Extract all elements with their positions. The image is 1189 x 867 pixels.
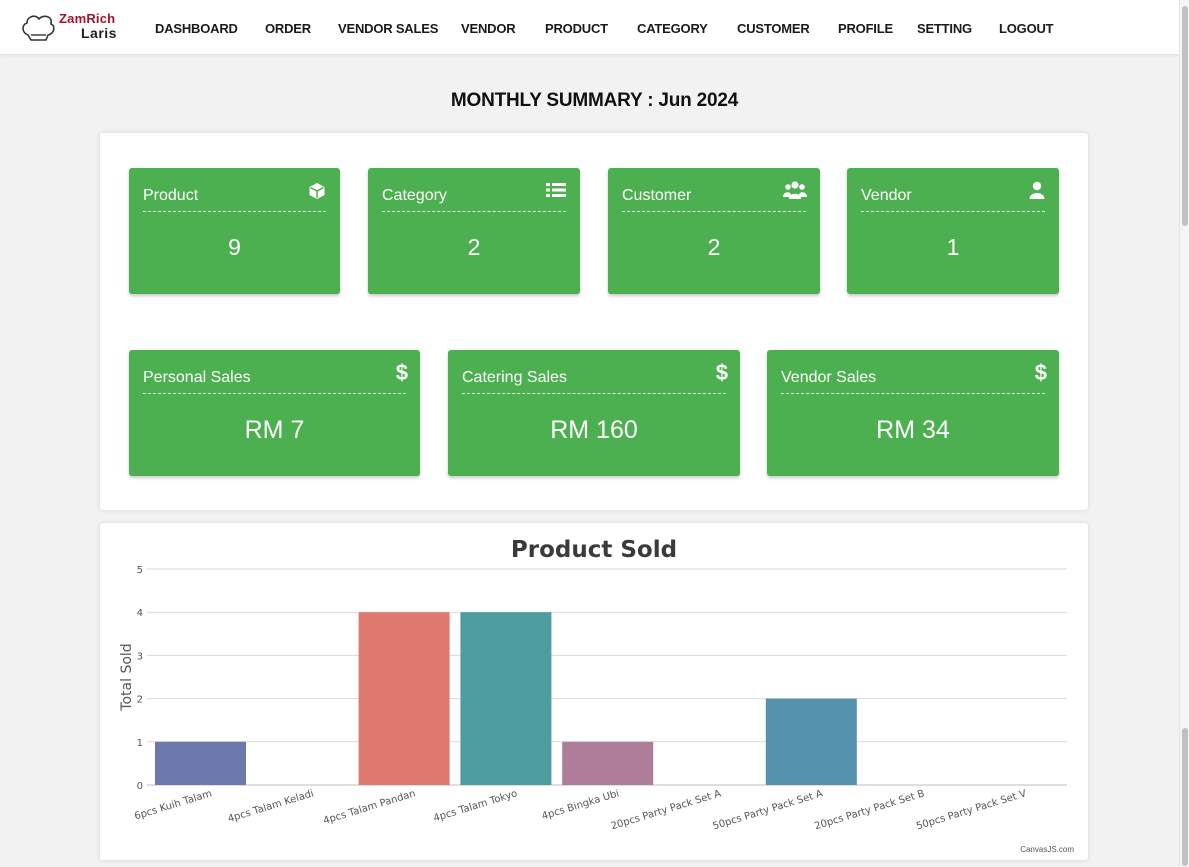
page-title: MONTHLY SUMMARY : Jun 2024 [450, 90, 739, 111]
card-value: 1 [946, 234, 960, 260]
card-label: Vendor [861, 187, 912, 204]
nav-vendor[interactable]: VENDOR [461, 21, 516, 36]
x-tick-label: 6pcs Kuih Talam [133, 788, 213, 822]
bar[interactable] [562, 741, 654, 785]
product-sold-chart: Product Sold Total Sold 0 1 2 3 4 5 6pcs Kuih… [119, 537, 1067, 832]
card-divider [143, 393, 406, 394]
card-label: Catering Sales [462, 369, 567, 386]
nav-category[interactable]: CATEGORY [637, 21, 708, 36]
x-tick-label: 20pcs Party Pack Set A [610, 788, 723, 832]
card-value: RM 7 [244, 416, 305, 444]
user-icon [1029, 181, 1045, 204]
bar[interactable] [460, 612, 552, 785]
dollar-icon: $ [715, 360, 728, 385]
y-tick-label: 0 [137, 781, 143, 792]
chart-credit[interactable]: CanvasJS.com [1020, 845, 1074, 854]
summary-panel: Product 9 Category 2 Customer 2 Vendor 1… [100, 133, 1088, 510]
card-value: 2 [467, 234, 481, 260]
personal-sales-card[interactable]: Personal Sales $ RM 7 [129, 350, 420, 476]
bar[interactable] [765, 698, 857, 785]
y-tick-label: 3 [137, 651, 143, 662]
y-tick-label: 2 [137, 695, 143, 706]
users-icon [783, 180, 807, 205]
card-label: Product [143, 187, 199, 204]
product-count-card[interactable]: Product 9 [129, 168, 340, 294]
x-tick-label: 4pcs Bingka Ubi [541, 788, 621, 822]
x-tick-label: 4pcs Talam Tokyo [432, 788, 518, 824]
card-divider [382, 211, 566, 212]
y-tick-label: 4 [137, 608, 143, 619]
x-tick-label: 20pcs Party Pack Set B [813, 788, 926, 832]
card-divider [781, 393, 1045, 394]
vendor-sales-card[interactable]: Vendor Sales $ RM 34 [767, 350, 1059, 476]
nav-setting[interactable]: SETTING [917, 21, 972, 36]
product-sold-chart-panel: Product Sold Total Sold 0 1 2 3 4 5 6pcs Kuih… [100, 523, 1088, 860]
brand-logo[interactable]: ZamRich Laris [20, 9, 120, 45]
x-tick-label: 50pcs Party Pack Set V [915, 788, 1028, 832]
nav-profile[interactable]: PROFILE [838, 21, 893, 36]
nav-logout[interactable]: LOGOUT [999, 21, 1054, 36]
nav-order[interactable]: ORDER [265, 21, 311, 36]
catering-sales-card[interactable]: Catering Sales $ RM 160 [448, 350, 740, 476]
card-divider [143, 211, 326, 212]
bar[interactable] [155, 741, 246, 785]
vendor-count-card[interactable]: Vendor 1 [847, 168, 1059, 294]
page-scrollbar[interactable] [1179, 0, 1189, 867]
card-label: Vendor Sales [781, 369, 877, 386]
dollar-icon: $ [1034, 360, 1047, 385]
y-tick-label: 1 [137, 738, 143, 749]
card-label: Personal Sales [143, 369, 251, 386]
category-count-card[interactable]: Category 2 [368, 168, 580, 294]
chart-title: Product Sold [511, 537, 677, 563]
x-tick-label: 4pcs Talam Pandan [322, 788, 417, 827]
card-divider [861, 211, 1045, 212]
card-label: Customer [622, 187, 692, 204]
card-value: RM 34 [876, 416, 950, 444]
nav-customer[interactable]: CUSTOMER [737, 21, 810, 36]
card-value: 2 [707, 234, 721, 260]
x-tick-label: 50pcs Party Pack Set A [712, 788, 825, 832]
cube-icon [308, 182, 326, 205]
customer-count-card[interactable]: Customer 2 [608, 168, 820, 294]
top-navbar: ZamRich Laris DASHBOARD ORDER VENDOR SAL… [0, 0, 1179, 55]
brand-name-bottom: Laris [81, 25, 117, 41]
bar[interactable] [358, 612, 450, 785]
nav-dashboard[interactable]: DASHBOARD [155, 21, 238, 36]
card-value: RM 160 [550, 416, 638, 444]
list-icon [546, 182, 566, 203]
card-label: Category [382, 187, 447, 204]
scrollbar-thumb[interactable] [1182, 6, 1188, 226]
dollar-icon: $ [395, 360, 408, 385]
scrollbar-thumb-lower[interactable] [1182, 728, 1188, 866]
card-divider [462, 393, 726, 394]
nav-vendor-sales[interactable]: VENDOR SALES [338, 21, 438, 36]
chef-hat-icon [22, 15, 55, 41]
nav-product[interactable]: PRODUCT [545, 21, 608, 36]
x-tick-label: 4pcs Talam Keladi [227, 788, 316, 825]
y-axis-label: Total Sold [119, 643, 135, 711]
brand-name-top: ZamRich [59, 11, 116, 26]
card-value: 9 [228, 234, 241, 260]
y-tick-label: 5 [137, 565, 143, 576]
card-divider [622, 211, 806, 212]
